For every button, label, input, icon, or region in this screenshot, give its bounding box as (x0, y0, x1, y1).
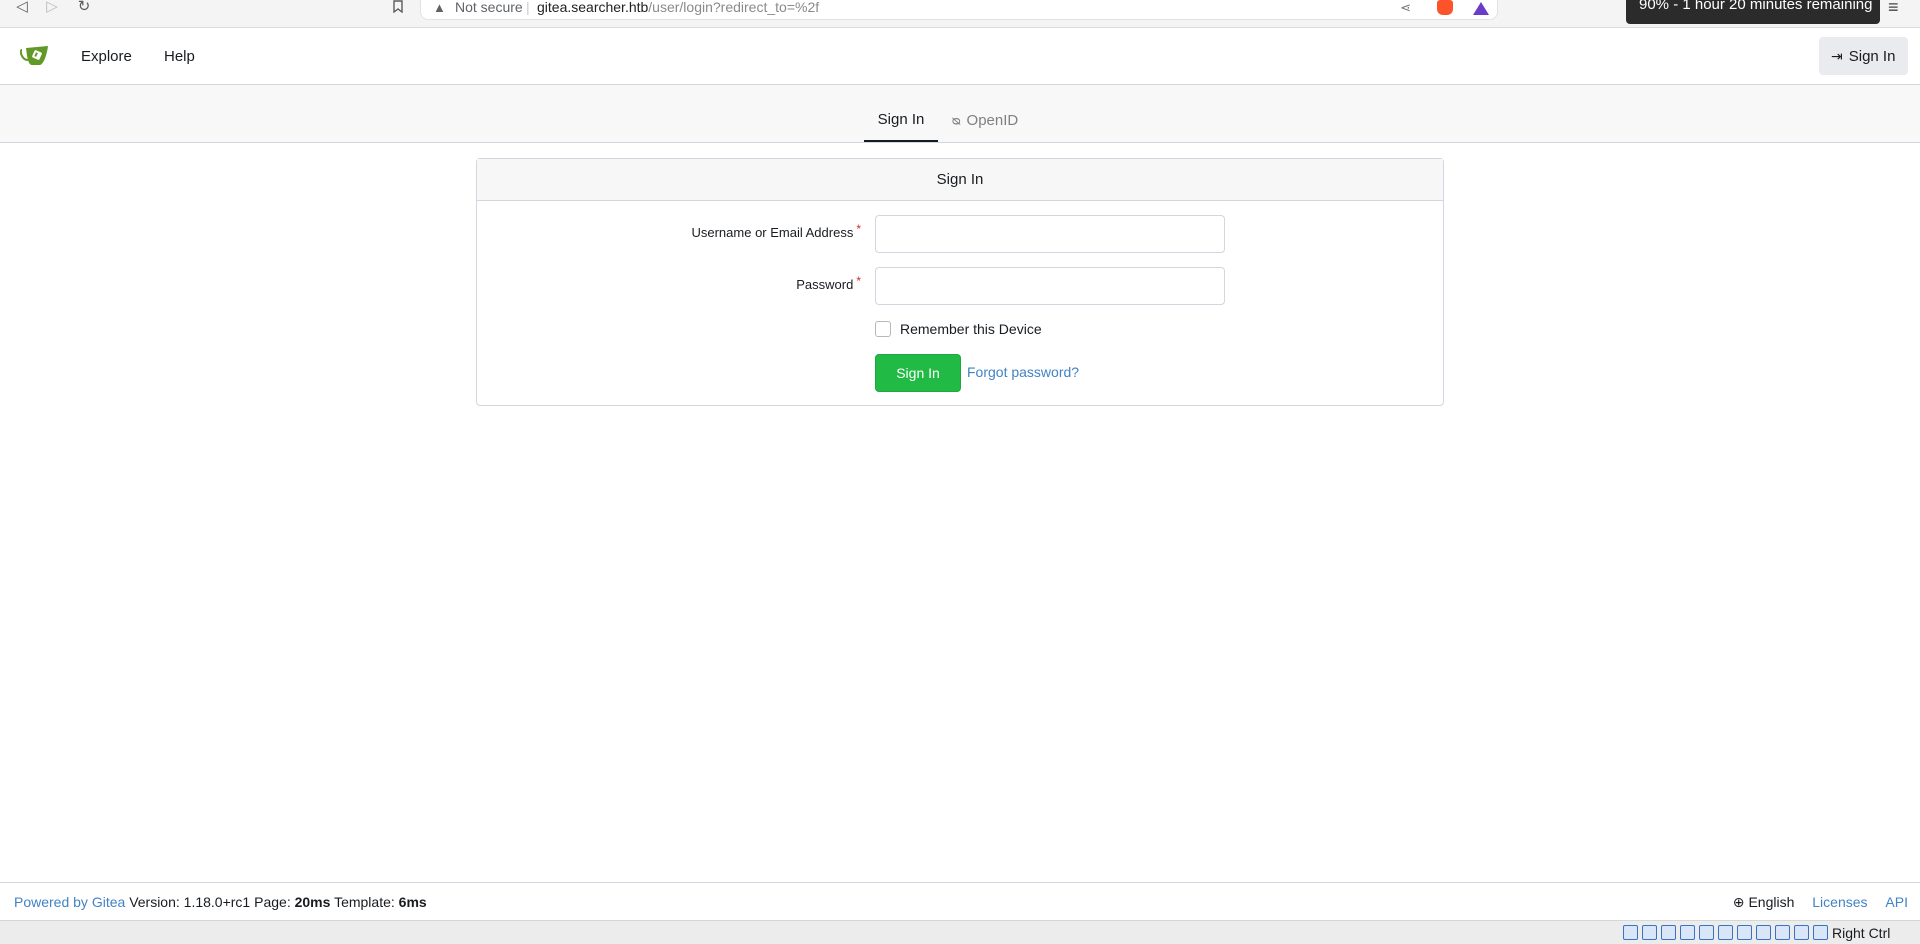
forgot-password-link[interactable]: Forgot password? (967, 364, 1079, 380)
hard-disk-icon[interactable] (1623, 925, 1638, 940)
address-bar[interactable]: ▲ Not secure | gitea.searcher.htb/user/l… (420, 0, 1498, 20)
download-toast: 90% - 1 hour 20 minutes remaining (1626, 0, 1880, 24)
display-icon[interactable] (1737, 925, 1752, 940)
username-input[interactable] (875, 215, 1225, 253)
optical-drive-icon[interactable] (1642, 925, 1657, 940)
brave-rewards-icon[interactable] (1473, 2, 1489, 15)
forward-arrow-icon[interactable]: ▷ (42, 0, 62, 16)
username-label: Username or Email Address * (691, 222, 861, 240)
browser-toolbar: ◁ ▷ ↻ ▲ Not secure | gitea.searcher.htb/… (0, 0, 1920, 28)
required-mark: * (856, 274, 861, 288)
keyboard-icon[interactable] (1813, 925, 1828, 940)
nav-explore[interactable]: Explore (81, 48, 132, 65)
site-footer: Powered by Gitea Version: 1.18.0+rc1 Pag… (0, 882, 1920, 920)
tab-openid[interactable]: ᴓ OpenID (952, 85, 1032, 142)
bookmark-icon[interactable] (388, 0, 408, 16)
audio-icon[interactable] (1661, 925, 1676, 940)
vm-status-bar: Right Ctrl (0, 920, 1920, 944)
network-icon[interactable] (1680, 925, 1695, 940)
licenses-link[interactable]: Licenses (1812, 894, 1867, 910)
password-input[interactable] (875, 267, 1225, 305)
auth-tabs: Sign In ᴓ OpenID (0, 85, 1920, 143)
video-capture-icon[interactable] (1756, 925, 1771, 940)
language-selector[interactable]: ⊕ English (1733, 894, 1795, 910)
tab-signin[interactable]: Sign In (864, 85, 938, 142)
api-link[interactable]: API (1885, 894, 1908, 910)
footer-right: ⊕ English Licenses API (1733, 883, 1908, 921)
usb-icon[interactable] (1699, 925, 1714, 940)
brave-shields-icon[interactable] (1437, 0, 1453, 15)
footer-left: Powered by Gitea Version: 1.18.0+rc1 Pag… (14, 894, 427, 910)
version-value: 1.18.0+rc1 (183, 894, 251, 910)
page-time: 20ms (294, 894, 331, 910)
tray-icons (1623, 925, 1828, 941)
template-time: 6ms (398, 894, 427, 910)
url-text[interactable]: gitea.searcher.htb/user/login?redirect_t… (537, 0, 819, 15)
openid-icon: ᴓ (952, 112, 961, 128)
security-label: Not secure (455, 0, 523, 15)
host-key-label: Right Ctrl (1832, 925, 1891, 941)
header-signin-button[interactable]: ⇥ Sign In (1819, 37, 1908, 75)
back-arrow-icon[interactable]: ◁ (12, 0, 32, 16)
reload-icon[interactable]: ↻ (74, 0, 94, 16)
required-mark: * (856, 222, 861, 236)
remember-checkbox[interactable] (875, 321, 891, 337)
nav-help[interactable]: Help (164, 48, 195, 65)
site-header: Explore Help ⇥ Sign In (0, 28, 1920, 85)
mouse-integration-icon[interactable] (1794, 925, 1809, 940)
hamburger-menu-icon[interactable]: ≡ (1888, 0, 1899, 16)
sign-in-icon: ⇥ (1831, 48, 1843, 64)
remember-label[interactable]: Remember this Device (900, 321, 1042, 337)
signin-card-title: Sign In (477, 159, 1443, 201)
share-icon[interactable]: ⋖ (1400, 0, 1411, 15)
shared-folders-icon[interactable] (1718, 925, 1733, 940)
signin-card: Sign In Username or Email Address * Passw… (476, 158, 1444, 406)
warning-icon: ▲ (433, 0, 446, 15)
gitea-logo-icon[interactable] (19, 44, 50, 68)
globe-icon: ⊕ (1732, 894, 1745, 910)
password-label: Password * (796, 274, 861, 292)
signin-submit-button[interactable]: Sign In (875, 354, 961, 392)
powered-by-link[interactable]: Powered by Gitea (14, 894, 125, 910)
cpu-icon[interactable] (1775, 925, 1790, 940)
